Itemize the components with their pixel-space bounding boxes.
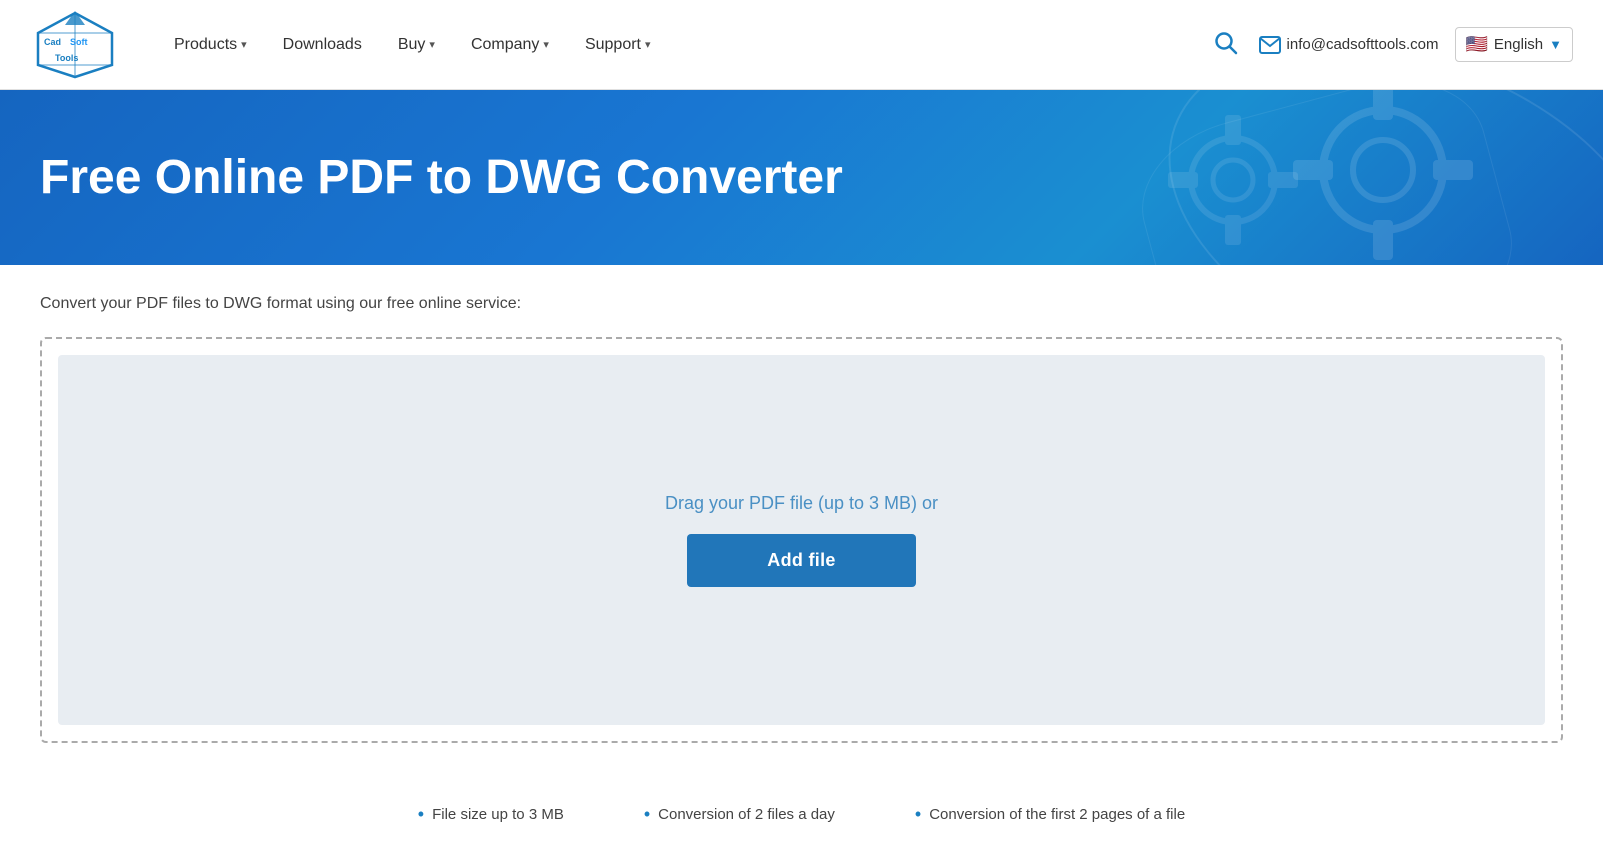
nav-buy[interactable]: Buy ▾ [384, 28, 449, 62]
logo-icon: Cad Soft Tools [30, 9, 120, 81]
feature-text: Conversion of 2 files a day [658, 806, 835, 823]
language-selector[interactable]: 🇺🇸 English ▼ [1455, 27, 1574, 62]
nav-links: Products ▾ Downloads Buy ▾ Company ▾ Sup… [160, 28, 1209, 62]
bullet-icon: • [418, 805, 424, 823]
bullet-icon: • [644, 805, 650, 823]
feature-item: • Conversion of the first 2 pages of a f… [915, 805, 1185, 823]
hero-banner: Free Online PDF to DWG Converter [0, 90, 1603, 265]
main-content: Convert your PDF files to DWG format usi… [0, 265, 1603, 773]
nav-support[interactable]: Support ▾ [571, 28, 665, 62]
nav-downloads[interactable]: Downloads [269, 28, 376, 62]
chevron-down-icon: ▾ [543, 38, 549, 51]
subtitle: Convert your PDF files to DWG format usi… [40, 295, 1563, 313]
search-button[interactable] [1209, 26, 1243, 63]
email-link[interactable]: info@cadsofttools.com [1259, 36, 1439, 54]
navbar: Cad Soft Tools Products ▾ Downloads Buy … [0, 0, 1603, 90]
chevron-down-icon: ▾ [645, 38, 651, 51]
feature-text: File size up to 3 MB [432, 806, 564, 823]
language-label: English [1494, 36, 1543, 53]
gear-decoration-icon [1163, 110, 1303, 250]
bullet-icon: • [915, 805, 921, 823]
features-section: • File size up to 3 MB • Conversion of 2… [0, 773, 1603, 855]
nav-company[interactable]: Company ▾ [457, 28, 563, 62]
feature-text: Conversion of the first 2 pages of a fil… [929, 806, 1185, 823]
svg-text:Soft: Soft [70, 37, 88, 47]
gear-icon [1283, 90, 1483, 265]
dropzone[interactable]: Drag your PDF file (up to 3 MB) or Add f… [58, 355, 1545, 725]
flag-icon: 🇺🇸 [1466, 34, 1488, 55]
nav-right: info@cadsofttools.com 🇺🇸 English ▼ [1209, 26, 1573, 63]
feature-item: • Conversion of 2 files a day [644, 805, 835, 823]
feature-item: • File size up to 3 MB [418, 805, 564, 823]
dropzone-wrapper[interactable]: Drag your PDF file (up to 3 MB) or Add f… [40, 337, 1563, 743]
nav-products[interactable]: Products ▾ [160, 28, 261, 62]
add-file-button[interactable]: Add file [687, 534, 915, 587]
logo-link[interactable]: Cad Soft Tools [30, 9, 120, 81]
search-icon [1213, 30, 1239, 56]
email-icon [1259, 36, 1281, 54]
chevron-down-icon: ▾ [241, 38, 247, 51]
drag-text: Drag your PDF file (up to 3 MB) or [665, 493, 938, 514]
chevron-down-icon: ▼ [1549, 37, 1562, 52]
svg-text:Cad: Cad [44, 37, 61, 47]
hero-title: Free Online PDF to DWG Converter [40, 150, 843, 205]
svg-text:Tools: Tools [55, 53, 78, 63]
chevron-down-icon: ▾ [429, 38, 435, 51]
